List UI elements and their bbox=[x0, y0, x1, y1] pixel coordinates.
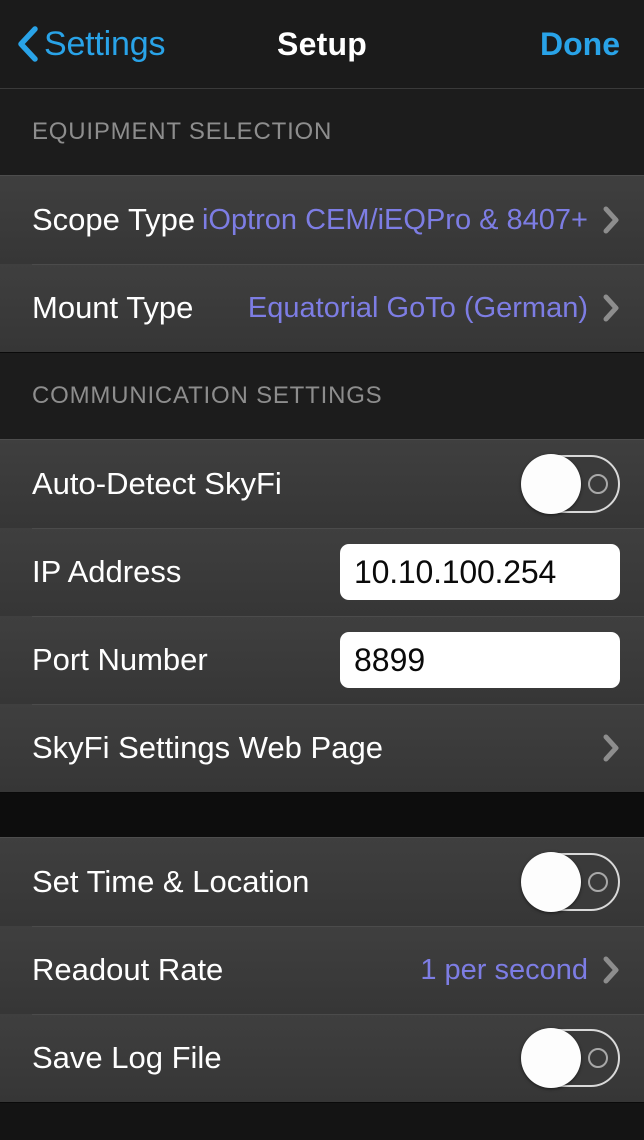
row-label: SkyFi Settings Web Page bbox=[32, 730, 383, 766]
navigation-bar: Settings Setup Done bbox=[0, 0, 644, 89]
row-detail-value: 1 per second bbox=[420, 954, 588, 987]
row-accessory: 10.10.100.254 bbox=[340, 544, 620, 600]
app-screen: Settings Setup Done EQUIPMENT SELECTION … bbox=[0, 0, 644, 1140]
chevron-right-icon bbox=[602, 205, 620, 235]
row-mount-type[interactable]: Mount Type Equatorial GoTo (German) bbox=[0, 264, 644, 352]
row-set-time-and-location[interactable]: Set Time & Location bbox=[0, 838, 644, 926]
toggle-set-time-and-location[interactable] bbox=[522, 853, 620, 911]
row-skyfi-settings-web-page[interactable]: SkyFi Settings Web Page bbox=[0, 704, 644, 792]
chevron-right-icon bbox=[602, 293, 620, 323]
done-button[interactable]: Done bbox=[540, 26, 620, 63]
chevron-right-icon bbox=[602, 733, 620, 763]
row-label: Set Time & Location bbox=[32, 864, 309, 900]
row-save-log-file[interactable]: Save Log File bbox=[0, 1014, 644, 1102]
toggle-knob bbox=[521, 454, 581, 514]
row-accessory: 8899 bbox=[340, 632, 620, 688]
row-accessory bbox=[522, 853, 620, 911]
row-accessory: Equatorial GoTo (German) bbox=[248, 292, 620, 325]
port-number-value: 8899 bbox=[354, 642, 425, 679]
row-label: IP Address bbox=[32, 554, 181, 590]
row-label: Port Number bbox=[32, 642, 208, 678]
row-readout-rate[interactable]: Readout Rate 1 per second bbox=[0, 926, 644, 1014]
toggle-off-indicator-icon bbox=[588, 872, 608, 892]
chevron-right-icon bbox=[602, 955, 620, 985]
toggle-save-log-file[interactable] bbox=[522, 1029, 620, 1087]
settings-table: EQUIPMENT SELECTION Scope Type iOptron C… bbox=[0, 89, 644, 1140]
toggle-off-indicator-icon bbox=[588, 474, 608, 494]
section-group-communication-settings: Auto-Detect SkyFi IP Address 10.10.100.2… bbox=[0, 439, 644, 793]
row-detail-value: Equatorial GoTo (German) bbox=[248, 292, 588, 325]
row-detail-value: iOptron CEM/iEQPro & 8407+ bbox=[202, 204, 588, 237]
row-accessory bbox=[588, 733, 620, 763]
row-auto-detect-skyfi[interactable]: Auto-Detect SkyFi bbox=[0, 440, 644, 528]
toggle-knob bbox=[521, 852, 581, 912]
section-group-equipment-selection: Scope Type iOptron CEM/iEQPro & 8407+ Mo… bbox=[0, 175, 644, 353]
row-ip-address[interactable]: IP Address 10.10.100.254 bbox=[0, 528, 644, 616]
ip-address-value: 10.10.100.254 bbox=[354, 554, 556, 591]
row-scope-type[interactable]: Scope Type iOptron CEM/iEQPro & 8407+ bbox=[0, 176, 644, 264]
port-number-input[interactable]: 8899 bbox=[340, 632, 620, 688]
row-accessory bbox=[522, 455, 620, 513]
row-port-number[interactable]: Port Number 8899 bbox=[0, 616, 644, 704]
section-header-label: EQUIPMENT SELECTION bbox=[32, 118, 332, 146]
toggle-auto-detect-skyfi[interactable] bbox=[522, 455, 620, 513]
row-accessory: iOptron CEM/iEQPro & 8407+ bbox=[202, 204, 620, 237]
section-header-communication-settings: COMMUNICATION SETTINGS bbox=[0, 353, 644, 439]
row-label: Mount Type bbox=[32, 290, 193, 326]
section-gap-options bbox=[0, 793, 644, 837]
section-header-label: COMMUNICATION SETTINGS bbox=[32, 382, 382, 410]
row-label: Save Log File bbox=[32, 1040, 222, 1076]
row-label: Readout Rate bbox=[32, 952, 223, 988]
table-bottom-area bbox=[0, 1103, 644, 1140]
toggle-knob bbox=[521, 1028, 581, 1088]
row-label: Scope Type bbox=[32, 202, 195, 238]
section-group-options: Set Time & Location Readout Rate 1 per s… bbox=[0, 837, 644, 1103]
row-accessory: 1 per second bbox=[420, 954, 620, 987]
row-accessory bbox=[522, 1029, 620, 1087]
row-label: Auto-Detect SkyFi bbox=[32, 466, 282, 502]
ip-address-input[interactable]: 10.10.100.254 bbox=[340, 544, 620, 600]
section-header-equipment-selection: EQUIPMENT SELECTION bbox=[0, 89, 644, 175]
toggle-off-indicator-icon bbox=[588, 1048, 608, 1068]
